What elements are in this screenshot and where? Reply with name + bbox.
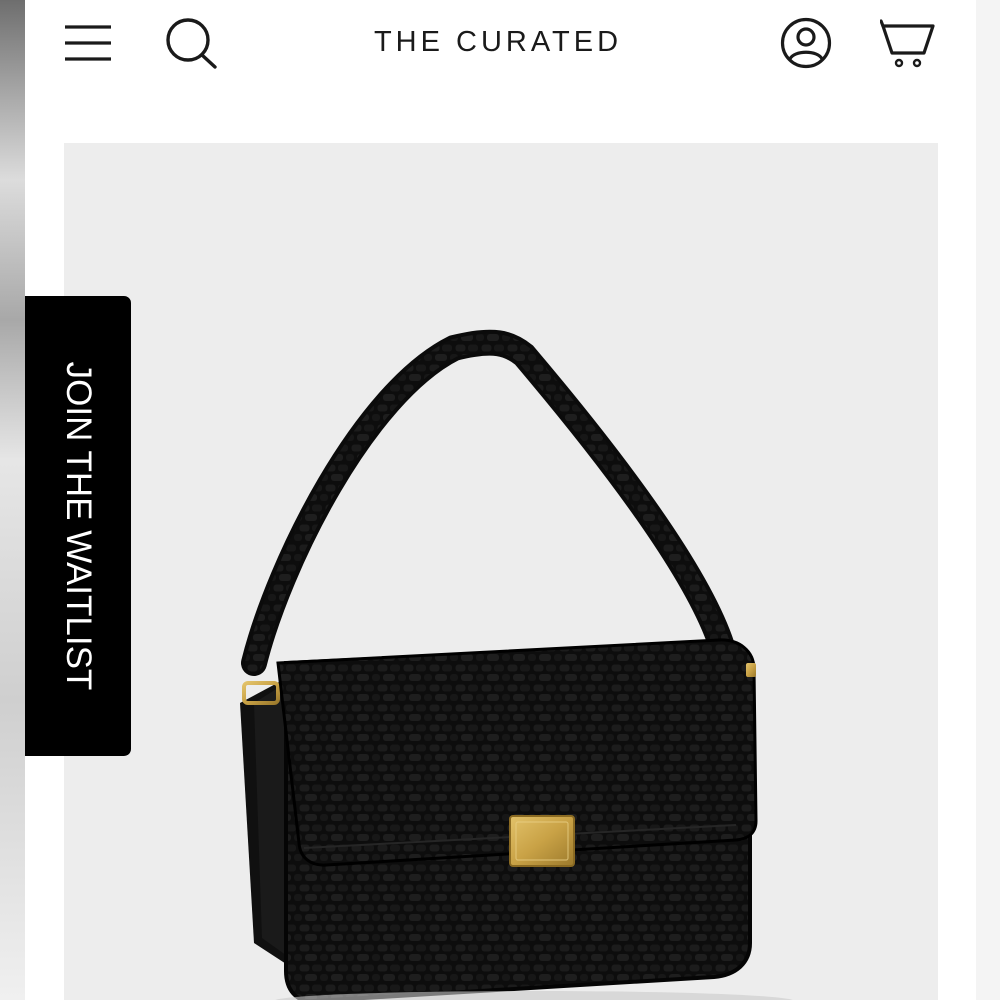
left-edge-shadow (0, 0, 25, 1000)
site-header: THE CURATED (25, 0, 976, 92)
search-icon[interactable] (163, 15, 219, 71)
brand-logo[interactable]: THE CURATED (325, 22, 671, 62)
join-waitlist-label: JOIN THE WAITLIST (59, 361, 98, 691)
hamburger-menu-icon[interactable] (63, 20, 113, 66)
product-image[interactable] (64, 143, 938, 1000)
account-user-icon[interactable] (778, 15, 834, 71)
right-edge (976, 0, 1000, 1000)
shopping-cart-icon[interactable] (879, 17, 936, 71)
join-waitlist-tab[interactable]: JOIN THE WAITLIST (25, 296, 131, 756)
